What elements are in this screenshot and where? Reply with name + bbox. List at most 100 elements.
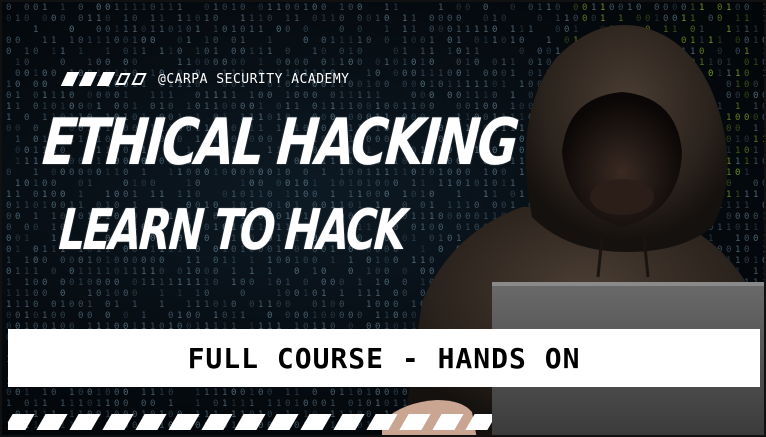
svg-text:0: 0 [24,223,29,233]
svg-text:1: 1 [366,80,371,90]
svg-text:0: 0 [78,311,83,321]
svg-text:0: 0 [186,311,191,321]
svg-text:0: 0 [6,168,11,178]
svg-text:1: 1 [87,14,92,24]
svg-text:0: 0 [24,399,29,409]
svg-text:1: 1 [87,300,92,310]
svg-text:0: 0 [285,300,290,310]
svg-text:0: 0 [249,278,254,288]
svg-text:0: 0 [105,91,110,101]
svg-text:0: 0 [78,3,83,13]
svg-text:0: 0 [6,234,11,244]
svg-text:0: 0 [312,91,317,101]
svg-text:0: 0 [6,388,11,398]
svg-text:1: 1 [258,47,263,57]
svg-text:1: 1 [195,289,200,299]
svg-text:0: 0 [303,311,308,321]
svg-text:0: 0 [258,388,263,398]
svg-text:0: 0 [249,179,254,189]
svg-text:1: 1 [123,3,128,13]
svg-text:0: 0 [42,256,47,266]
svg-text:0: 0 [276,25,281,35]
svg-text:1: 1 [69,36,74,46]
svg-text:0: 0 [96,3,101,13]
svg-text:1: 1 [204,36,209,46]
svg-text:1: 1 [15,179,20,189]
svg-text:1: 1 [258,25,263,35]
svg-text:1: 1 [366,179,371,189]
svg-text:0: 0 [150,3,155,13]
svg-text:1: 1 [357,91,362,101]
svg-text:0: 0 [222,311,227,321]
svg-text:0: 0 [267,388,272,398]
svg-text:0: 0 [321,267,326,277]
svg-text:1: 1 [168,3,173,13]
svg-text:0: 0 [96,91,101,101]
svg-text:0: 0 [321,47,326,57]
svg-text:0: 0 [294,289,299,299]
svg-text:1: 1 [285,14,290,24]
svg-text:0: 0 [168,311,173,321]
svg-text:1: 1 [321,14,326,24]
svg-text:0: 0 [33,3,38,13]
svg-text:1: 1 [33,212,38,222]
svg-text:1: 1 [123,25,128,35]
svg-text:0: 0 [78,388,83,398]
svg-text:1: 1 [366,267,371,277]
svg-text:0: 0 [123,58,128,68]
svg-text:1: 1 [24,289,29,299]
svg-text:0: 0 [33,300,38,310]
svg-text:0: 0 [357,58,362,68]
svg-text:1: 1 [15,135,20,145]
svg-text:1: 1 [132,3,137,13]
svg-text:1: 1 [87,179,92,189]
svg-text:0: 0 [312,388,317,398]
svg-text:0: 0 [33,256,38,266]
svg-text:0: 0 [258,3,263,13]
svg-text:0: 0 [321,278,326,288]
svg-text:1: 1 [177,289,182,299]
svg-text:1: 1 [51,212,56,222]
svg-text:0: 0 [294,267,299,277]
svg-text:1: 1 [105,289,110,299]
svg-text:0: 0 [78,179,83,189]
svg-text:1: 1 [204,300,209,310]
svg-text:1: 1 [123,267,128,277]
svg-text:0: 0 [141,179,146,189]
svg-text:1: 1 [186,300,191,310]
svg-text:1: 1 [6,399,11,409]
svg-text:0: 0 [213,36,218,46]
svg-text:0: 0 [357,3,362,13]
svg-text:0: 0 [6,91,11,101]
svg-text:1: 1 [366,289,371,299]
svg-text:1: 1 [294,179,299,189]
svg-text:1: 1 [24,47,29,57]
svg-text:0: 0 [87,311,92,321]
svg-text:1: 1 [96,36,101,46]
svg-text:0: 0 [15,311,20,321]
svg-text:1: 1 [276,3,281,13]
svg-text:0: 0 [24,3,29,13]
svg-text:0: 0 [105,25,110,35]
svg-text:1: 1 [33,146,38,156]
svg-text:0: 0 [42,69,47,79]
svg-text:1: 1 [42,245,47,255]
svg-text:1: 1 [132,47,137,57]
svg-text:0: 0 [276,179,281,189]
svg-text:0: 0 [123,179,128,189]
svg-text:0: 0 [240,58,245,68]
svg-text:0: 0 [357,25,362,35]
svg-text:0: 0 [375,69,380,79]
svg-text:0: 0 [69,300,74,310]
stripe-segment [234,414,266,430]
svg-text:1: 1 [42,91,47,101]
stripe-segment [432,414,464,430]
svg-text:0: 0 [204,47,209,57]
svg-text:0: 0 [33,190,38,200]
svg-text:1: 1 [6,102,11,112]
course-thumbnail: 0001100011110111010100110010010011100000… [0,0,766,437]
svg-text:1: 1 [285,388,290,398]
svg-text:0: 0 [33,124,38,134]
stripe-segment [300,414,332,430]
svg-text:1: 1 [6,289,11,299]
